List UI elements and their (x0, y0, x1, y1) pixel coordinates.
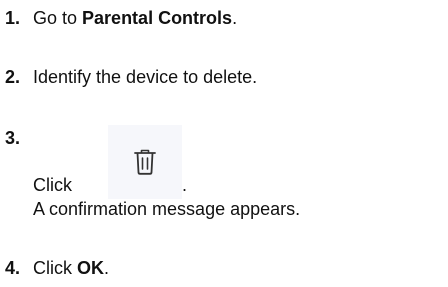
step-text: Identify the device to delete. (33, 67, 258, 87)
step-text-suffix: . (104, 258, 110, 278)
step-text: Go to Parental Controls. (33, 7, 237, 29)
step-number: 2. (5, 67, 21, 87)
step-number: 3. (5, 128, 21, 148)
instruction-list: 1. Go to Parental Controls. 2. Identify … (0, 0, 448, 287)
step-text-suffix: . (232, 8, 238, 28)
trash-button-illustration (108, 125, 182, 199)
parental-controls-label: Parental Controls (82, 8, 233, 28)
ok-label: OK (77, 258, 104, 278)
trash-icon (134, 149, 156, 175)
step-3-click-text: Click (33, 175, 72, 195)
step-text-prefix: Click (33, 258, 77, 278)
step-3-period: . (182, 175, 188, 195)
confirmation-message-text: A confirmation message appears. (33, 199, 301, 219)
step-number: 1. (5, 8, 21, 28)
step-number: 4. (5, 258, 21, 278)
step-text: Click OK. (33, 257, 109, 279)
step-text-prefix: Go to (33, 8, 83, 28)
